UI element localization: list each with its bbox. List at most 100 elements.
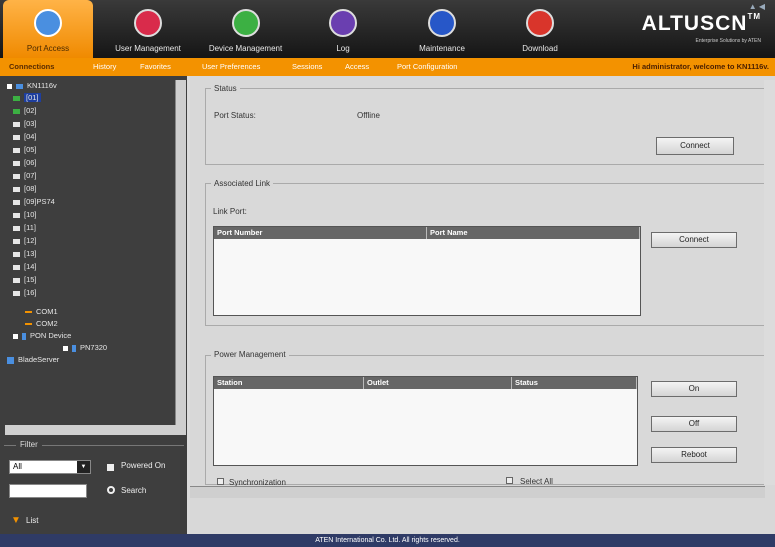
port-label: [01] (24, 93, 41, 102)
port-icon (13, 264, 20, 270)
tab-access[interactable]: Access (340, 58, 374, 76)
altuscn-logo: ALTUSCNTM (641, 12, 761, 35)
port-label: [11] (24, 223, 36, 232)
nav-port-access[interactable]: Port Access (3, 0, 93, 58)
nav-log[interactable]: Log (318, 0, 368, 58)
list-button[interactable]: List (26, 516, 38, 525)
port-icon (13, 238, 20, 244)
nav-download[interactable]: Download (505, 0, 575, 58)
port-label: [10] (24, 210, 37, 219)
tree-item-port[interactable]: [04] (13, 131, 37, 142)
column-header-outlet[interactable]: Outlet (364, 377, 512, 389)
port-label: [13] (24, 249, 37, 258)
top-navigation-bar: Port Access User Management Device Manag… (0, 0, 775, 58)
tree-item-port[interactable]: [13] (13, 248, 37, 259)
list-icon[interactable]: ▼ (11, 515, 21, 526)
powered-on-label: Powered On (121, 461, 166, 470)
content-vertical-scrollbar[interactable] (764, 80, 775, 485)
port-label: [08] (24, 184, 37, 193)
tree-item-com2[interactable]: COM2 (25, 318, 58, 329)
port-status-label: Port Status: (214, 111, 256, 120)
tab-sessions[interactable]: Sessions (287, 58, 327, 76)
logo-subtitle: Enterprise Solutions by ATEN (695, 38, 762, 44)
tree-item-port[interactable]: [03] (13, 118, 37, 129)
port-icon (13, 108, 20, 114)
log-icon (329, 9, 357, 37)
tab-port-configuration[interactable]: Port Configuration (392, 58, 462, 76)
tree-item-port[interactable]: [05] (13, 144, 37, 155)
tree-item-port[interactable]: [01] (13, 92, 41, 103)
serial-port-icon (25, 311, 32, 314)
link-connect-button[interactable]: Connect (651, 232, 737, 248)
tree-item-port[interactable]: [11] (13, 222, 36, 233)
power-on-button[interactable]: On (651, 381, 737, 397)
search-icon[interactable] (107, 486, 115, 494)
tab-user-preferences[interactable]: User Preferences (197, 58, 265, 76)
port-status-value: Offline (357, 111, 380, 120)
tree-item-port[interactable]: [07] (13, 170, 37, 181)
reboot-button[interactable]: Reboot (651, 447, 737, 463)
tree-root[interactable]: KN1116v (7, 80, 57, 91)
tree-item-com1[interactable]: COM1 (25, 306, 58, 317)
tree-item-port[interactable]: [14] (13, 261, 37, 272)
nav-user-management[interactable]: User Management (103, 0, 193, 58)
search-label[interactable]: Search (121, 486, 146, 495)
powered-on-checkbox[interactable] (107, 464, 114, 471)
nav-device-management[interactable]: Device Management (198, 0, 293, 58)
tree-item-port[interactable]: [12] (13, 235, 37, 246)
column-header-port-name[interactable]: Port Name (427, 227, 640, 239)
content-horizontal-scrollbar[interactable] (190, 486, 765, 498)
port-icon (13, 251, 20, 257)
tree-horizontal-scrollbar[interactable] (5, 425, 186, 435)
tab-history[interactable]: History (88, 58, 121, 76)
tree-item-port[interactable]: [06] (13, 157, 37, 168)
tree-item-port[interactable]: [10] (13, 209, 37, 220)
column-header-station[interactable]: Station (214, 377, 364, 389)
tab-favorites[interactable]: Favorites (135, 58, 176, 76)
chevron-down-icon[interactable]: ▼ (77, 461, 90, 473)
tree-item-port[interactable]: [08] (13, 183, 37, 194)
search-input[interactable] (9, 484, 87, 498)
tree-item-port[interactable]: [15] (13, 274, 37, 285)
port-label: [06] (24, 158, 37, 167)
column-header-port-number[interactable]: Port Number (214, 227, 427, 239)
server-icon (16, 83, 23, 89)
port-icon (13, 290, 20, 296)
link-port-label: Link Port: (213, 207, 247, 216)
download-icon (526, 9, 554, 37)
tree-item-port[interactable]: [09]PS74 (13, 196, 55, 207)
select-all-checkbox[interactable] (506, 477, 513, 484)
column-header-status[interactable]: Status (512, 377, 637, 389)
port-label: [12] (24, 236, 37, 245)
tree-item-port[interactable]: [02] (13, 105, 37, 116)
serial-port-icon (25, 323, 32, 326)
power-table: Station Outlet Status (213, 376, 638, 466)
port-icon (13, 277, 20, 283)
port-label: [07] (24, 171, 37, 180)
tree-item-bladeserver[interactable]: BladeServer (7, 354, 59, 365)
port-label: [02] (24, 106, 37, 115)
tree-item-port[interactable]: [16] (13, 287, 37, 298)
window-controls-icon[interactable]: ▲ ◀ (749, 2, 765, 11)
associated-link-legend: Associated Link (211, 179, 274, 188)
sub-navigation-bar: Connections History Favorites User Prefe… (0, 58, 775, 76)
port-label: [14] (24, 262, 37, 271)
tab-connections[interactable]: Connections (4, 58, 59, 76)
port-icon (13, 147, 20, 153)
port-icon (13, 173, 20, 179)
nav-maintenance[interactable]: Maintenance (402, 0, 482, 58)
pdu-icon (22, 332, 26, 340)
power-management-legend: Power Management (211, 350, 289, 359)
synchronization-checkbox[interactable] (217, 478, 224, 485)
welcome-message: Hi administrator, welcome to KN1116v. (632, 62, 769, 71)
collapse-icon (13, 333, 18, 339)
pdu-icon (72, 344, 76, 352)
tree-vertical-scrollbar[interactable] (175, 80, 186, 425)
tree-item-pn7320[interactable]: PN7320 (63, 342, 107, 353)
maintenance-icon (428, 9, 456, 37)
filter-title: Filter (16, 440, 42, 449)
tree-item-pon-device[interactable]: PON Device (13, 330, 71, 341)
link-port-table: Port Number Port Name (213, 226, 641, 316)
status-connect-button[interactable]: Connect (656, 137, 734, 155)
power-off-button[interactable]: Off (651, 416, 737, 432)
